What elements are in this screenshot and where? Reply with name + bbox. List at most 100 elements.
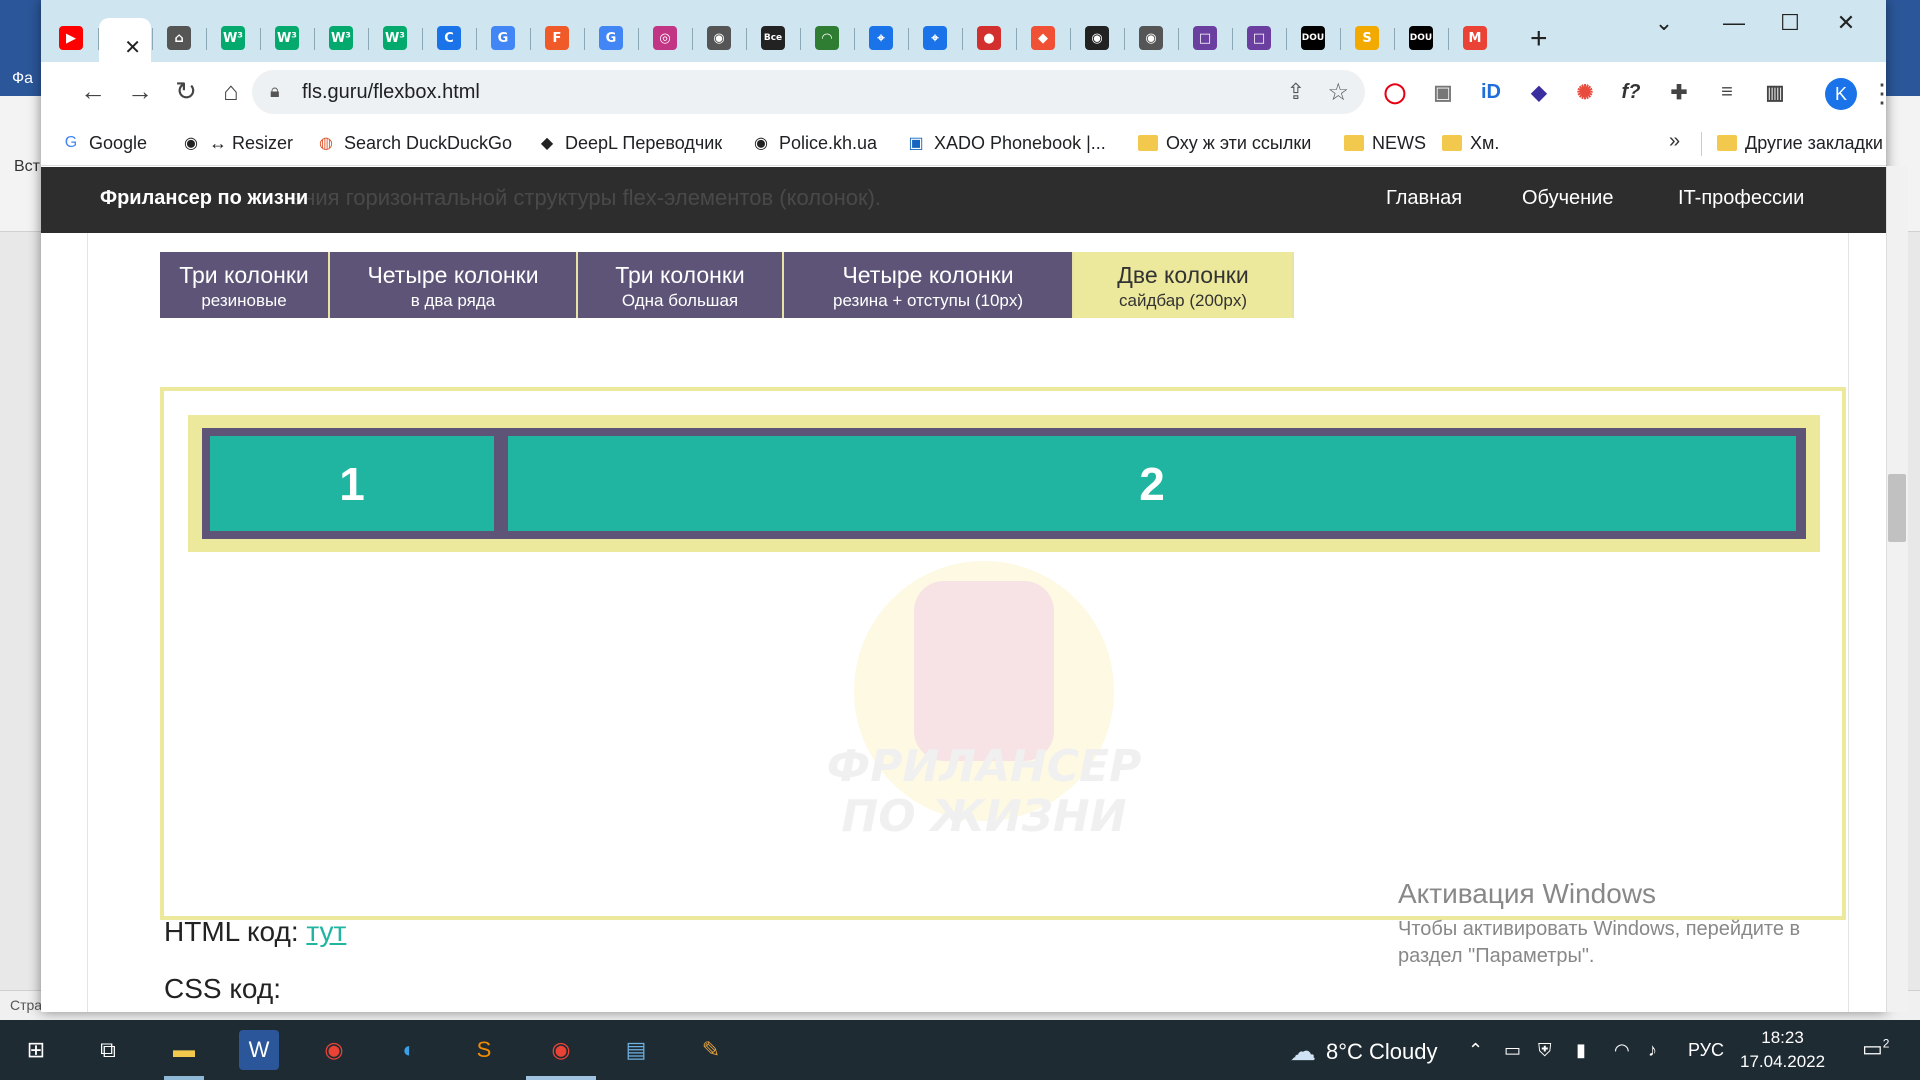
browser-tab[interactable]: W³ bbox=[261, 18, 313, 58]
browser-tab[interactable]: W³ bbox=[207, 18, 259, 58]
browser-tab[interactable]: C bbox=[423, 18, 475, 58]
extension-icon[interactable]: ▣ bbox=[1429, 78, 1457, 106]
site-logo[interactable]: Фрилансер по жизни bbox=[100, 187, 308, 210]
word-icon[interactable]: W bbox=[239, 1030, 279, 1070]
header-overlap-text: ения горизонтальной структуры flex-элеме… bbox=[291, 185, 882, 210]
browser-tab[interactable]: G bbox=[477, 18, 529, 58]
chrome-icon[interactable]: ◉ bbox=[314, 1030, 354, 1070]
browser-tab[interactable]: ▶ bbox=[45, 18, 97, 58]
close-window-button[interactable]: ✕ bbox=[1823, 10, 1869, 36]
bookmark-item[interactable]: Хм. bbox=[1442, 128, 1499, 158]
browser-tab[interactable]: ⌖ bbox=[855, 18, 907, 58]
browser-tab[interactable]: M bbox=[1449, 18, 1501, 58]
browser-tab[interactable]: S bbox=[1341, 18, 1393, 58]
scrollbar-thumb[interactable] bbox=[1888, 474, 1906, 542]
edge-icon[interactable]: ◐ bbox=[389, 1030, 429, 1070]
browser-tab[interactable]: G bbox=[585, 18, 637, 58]
stack-extension-icon[interactable]: ◆ bbox=[1525, 78, 1553, 106]
system-clock[interactable]: 18:23 17.04.2022 bbox=[1740, 1026, 1825, 1074]
wifi-icon[interactable]: ◠ bbox=[1614, 1040, 1630, 1061]
notification-center-icon[interactable]: ▭2 bbox=[1862, 1036, 1889, 1062]
url-text[interactable]: fls.guru/flexbox.html bbox=[302, 81, 480, 104]
lock-icon[interactable]: 🔒︎ bbox=[270, 81, 280, 102]
page-scrollbar[interactable] bbox=[1886, 166, 1908, 1012]
volume-icon[interactable]: ♪ bbox=[1648, 1040, 1657, 1061]
bookmark-star-icon[interactable]: ☆ bbox=[1327, 78, 1349, 107]
color-wheel-icon[interactable]: ✺ bbox=[1571, 78, 1599, 106]
extensions-puzzle-icon[interactable]: ✚ bbox=[1665, 78, 1693, 106]
minimize-button[interactable]: — bbox=[1711, 10, 1757, 36]
back-icon[interactable]: ← bbox=[73, 76, 113, 107]
chrome-profile-icon[interactable]: ◉ bbox=[541, 1030, 581, 1070]
weather-widget[interactable]: ☁ 8°C Cloudy bbox=[1290, 1036, 1438, 1067]
share-icon[interactable]: ⇪ bbox=[1287, 79, 1305, 105]
browser-tab[interactable]: ◎ bbox=[639, 18, 691, 58]
function-extension-icon[interactable]: f? bbox=[1617, 78, 1645, 106]
bookmark-item[interactable]: Оху ж эти ссылки bbox=[1138, 128, 1311, 158]
address-bar[interactable]: 🔒︎ fls.guru/flexbox.html ⇪ ☆ bbox=[252, 70, 1365, 114]
task-view-icon[interactable]: ⧉ bbox=[88, 1030, 128, 1070]
reload-icon[interactable]: ↻ bbox=[166, 76, 206, 107]
bookmarks-more-button[interactable]: » bbox=[1669, 130, 1680, 153]
demo-tab-three-columns-one-big[interactable]: Три колонки Одна большая bbox=[578, 252, 784, 318]
demo-tab-two-columns-sidebar[interactable]: Две колонки сайдбар (200px) bbox=[1074, 252, 1294, 318]
language-indicator[interactable]: РУС bbox=[1688, 1040, 1724, 1061]
battery-icon[interactable]: ▮ bbox=[1576, 1040, 1586, 1061]
tab-search-icon[interactable]: ⌄ bbox=[1641, 10, 1687, 36]
bookmark-item[interactable]: ▣ XADO Phonebook |... bbox=[906, 128, 1105, 158]
word-file-tab[interactable]: Фа bbox=[12, 70, 33, 88]
demo-tab-four-columns-gaps[interactable]: Четыре колонки резина + отступы (10px) bbox=[784, 252, 1074, 318]
profile-avatar[interactable]: K bbox=[1825, 78, 1857, 110]
browser-tab[interactable]: DOU bbox=[1287, 18, 1339, 58]
media-control-icon[interactable]: ≡ bbox=[1713, 78, 1741, 106]
maximize-button[interactable]: ☐ bbox=[1767, 10, 1813, 36]
html-code-line: HTML код: тут bbox=[164, 916, 346, 948]
other-bookmarks[interactable]: Другие закладки bbox=[1717, 128, 1883, 158]
nav-learning[interactable]: Обучение bbox=[1522, 187, 1613, 210]
bookmark-item[interactable]: ◆ DeepL Переводчик bbox=[537, 128, 722, 158]
menu-icon[interactable]: ⋮ bbox=[1869, 78, 1886, 109]
browser-tab[interactable]: ◉ bbox=[1071, 18, 1123, 58]
id-extension-icon[interactable]: iD bbox=[1477, 78, 1505, 106]
tray-device-icon[interactable]: ▭ bbox=[1504, 1040, 1521, 1061]
forward-icon[interactable]: → bbox=[120, 76, 160, 107]
browser-tab[interactable]: F bbox=[531, 18, 583, 58]
tray-security-icon[interactable]: ⛨ bbox=[1538, 1040, 1552, 1061]
browser-tab[interactable]: ⌖ bbox=[909, 18, 961, 58]
tray-chevron-icon[interactable]: ⌃ bbox=[1468, 1040, 1483, 1061]
paint-icon[interactable]: ✎ bbox=[691, 1030, 731, 1070]
browser-tab[interactable]: Все bbox=[747, 18, 799, 58]
bookmark-item[interactable]: G Google bbox=[61, 128, 147, 158]
side-panel-icon[interactable]: ▥ bbox=[1761, 78, 1789, 106]
bookmark-item[interactable]: NEWS bbox=[1344, 128, 1426, 158]
browser-tab[interactable]: ⌂ bbox=[153, 18, 205, 58]
bookmark-item[interactable]: ◉ ↔ Resizer bbox=[181, 128, 293, 158]
map-pin-icon: ⌖ bbox=[869, 26, 893, 50]
bookmark-item[interactable]: ◉ Police.kh.ua bbox=[751, 128, 877, 158]
file-explorer-icon[interactable]: ▬ bbox=[164, 1030, 204, 1070]
browser-tab[interactable]: ◠ bbox=[801, 18, 853, 58]
browser-tab[interactable]: ● bbox=[963, 18, 1015, 58]
browser-tab[interactable]: ◆ bbox=[1017, 18, 1069, 58]
browser-tab[interactable]: W³ bbox=[369, 18, 421, 58]
bookmark-item[interactable]: ◍ Search DuckDuckGo bbox=[316, 128, 512, 158]
browser-tab[interactable]: □ bbox=[1233, 18, 1285, 58]
browser-tab[interactable]: DOU bbox=[1395, 18, 1447, 58]
word-paste-label[interactable]: Вст bbox=[14, 158, 40, 176]
nav-home[interactable]: Главная bbox=[1386, 187, 1462, 210]
new-tab-button[interactable]: + bbox=[1530, 22, 1548, 56]
home-icon[interactable]: ⌂ bbox=[211, 76, 251, 107]
browser-tab[interactable]: ◉ bbox=[1125, 18, 1177, 58]
html-code-link[interactable]: тут bbox=[306, 916, 346, 947]
browser-tab[interactable]: □ bbox=[1179, 18, 1231, 58]
sublime-text-icon[interactable]: S bbox=[464, 1030, 504, 1070]
browser-tab[interactable]: W³ bbox=[315, 18, 367, 58]
demo-tab-three-columns[interactable]: Три колонки резиновые bbox=[160, 252, 330, 318]
browser-tab[interactable]: ◉ bbox=[693, 18, 745, 58]
other-bookmarks-label: Другие закладки bbox=[1745, 132, 1883, 153]
start-button-icon[interactable]: ⊞ bbox=[16, 1030, 56, 1070]
remote-desktop-icon[interactable]: ▤ bbox=[616, 1030, 656, 1070]
opera-extension-icon[interactable]: ◯ bbox=[1381, 78, 1409, 106]
nav-it-professions[interactable]: IT-профессии bbox=[1678, 187, 1804, 210]
demo-tab-four-columns-two-rows[interactable]: Четыре колонки в два ряда bbox=[330, 252, 578, 318]
